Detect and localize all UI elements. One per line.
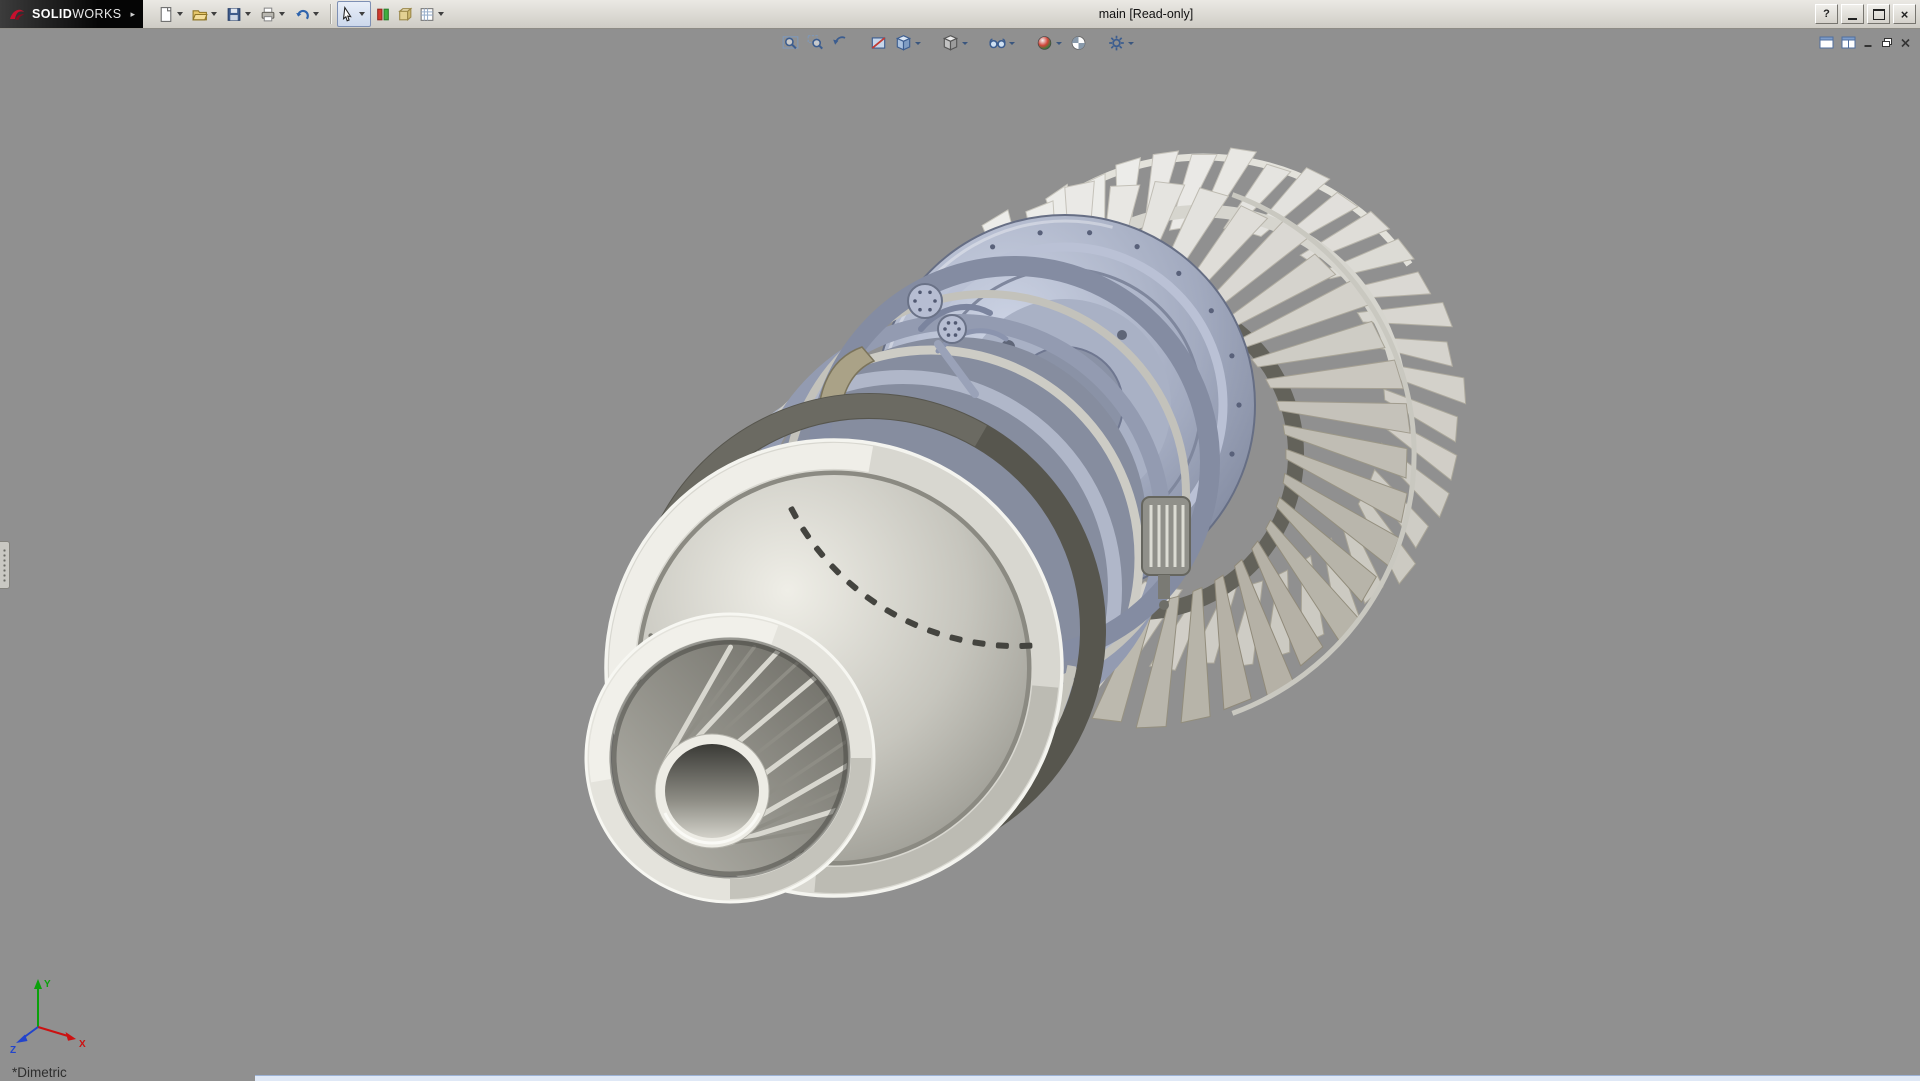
brand-light: WORKS — [72, 7, 121, 21]
options-dropdown-arrow[interactable] — [438, 12, 444, 16]
zoom-to-fit-button[interactable] — [779, 33, 802, 53]
graphics-area[interactable]: Y X Z *Dimetric — [0, 29, 1920, 1081]
title-bar: SOLIDWORKS ▸ — [0, 0, 1920, 29]
window-title: main [Read-only] — [1099, 7, 1194, 21]
edit-appearance-dropdown-arrow[interactable] — [1056, 42, 1062, 45]
undo-arrow-icon — [293, 6, 311, 23]
hide-show-dropdown-arrow[interactable] — [1009, 42, 1015, 45]
window-controls: ? × — [1815, 4, 1916, 24]
help-button[interactable]: ? — [1815, 4, 1838, 24]
heads-up-view-toolbar — [778, 33, 1138, 53]
section-view-icon — [869, 34, 888, 52]
engine-3d-render — [0, 29, 1920, 1081]
close-button[interactable]: × — [1893, 4, 1916, 24]
zoom-to-area-icon — [806, 34, 825, 52]
view-orientation-cube-icon — [894, 34, 913, 52]
toolbar-separator — [330, 4, 331, 24]
select-cursor-icon — [339, 6, 357, 23]
document-minimize-icon[interactable] — [1863, 38, 1874, 48]
display-style-dropdown-arrow[interactable] — [962, 42, 968, 45]
edit-appearance-button[interactable] — [1033, 33, 1065, 53]
undo-button[interactable] — [292, 2, 324, 26]
display-style-cube-icon — [941, 34, 960, 52]
zoom-to-area-button[interactable] — [804, 33, 827, 53]
standard-toolbar — [155, 1, 450, 27]
pane-left-icon[interactable] — [1819, 36, 1834, 49]
view-orientation-dropdown-arrow[interactable] — [915, 42, 921, 45]
hide-show-glasses-icon — [988, 34, 1007, 52]
save-button[interactable] — [224, 2, 256, 26]
color-cube-icon — [396, 6, 414, 23]
status-strip — [255, 1075, 1920, 1081]
document-window-controls — [1819, 36, 1911, 49]
reference-triad: Y X Z — [8, 971, 94, 1057]
display-style-button[interactable] — [939, 33, 971, 53]
hide-show-items-button[interactable] — [986, 33, 1018, 53]
triad-x-label: X — [79, 1039, 86, 1050]
options-button[interactable] — [417, 2, 449, 26]
print-button[interactable] — [258, 2, 290, 26]
triad-y-label: Y — [44, 979, 51, 990]
triad-x-axis — [38, 1027, 68, 1036]
apply-scene-button[interactable] — [1067, 33, 1090, 53]
document-restore-icon[interactable] — [1881, 37, 1893, 48]
pane-split-icon[interactable] — [1841, 36, 1856, 49]
triad-z-label: Z — [10, 1045, 16, 1056]
dassault-ds-logo-icon — [8, 6, 26, 22]
rebuild-icon — [374, 6, 392, 23]
panel-splitter-handle[interactable] — [0, 541, 10, 589]
brand-bold: SOLID — [32, 7, 72, 21]
previous-view-button[interactable] — [829, 33, 852, 53]
new-document-icon — [157, 6, 175, 23]
select-dropdown-arrow[interactable] — [359, 12, 365, 16]
edit-appearance-ball-icon — [1035, 34, 1054, 52]
minimize-icon — [1848, 18, 1857, 20]
view-orientation-label: *Dimetric — [12, 1065, 67, 1080]
triad-y-arrow-icon — [34, 979, 42, 989]
undo-dropdown-arrow[interactable] — [313, 12, 319, 16]
rebuild-button[interactable] — [373, 2, 393, 26]
triad-x-arrow-icon — [66, 1032, 77, 1041]
brand-name: SOLIDWORKS — [32, 7, 121, 21]
open-folder-icon — [191, 6, 209, 23]
minimize-button[interactable] — [1841, 4, 1864, 24]
solidworks-brand[interactable]: SOLIDWORKS ▸ — [0, 0, 143, 28]
apply-scene-checkered-ball-icon — [1069, 34, 1088, 52]
view-settings-dropdown-arrow[interactable] — [1128, 42, 1134, 45]
print-dropdown-arrow[interactable] — [279, 12, 285, 16]
splitter-grip-dots-icon — [2, 548, 7, 582]
previous-view-icon — [831, 34, 850, 52]
view-settings-gear-icon — [1107, 34, 1126, 52]
edit-color-button[interactable] — [395, 2, 415, 26]
document-close-icon[interactable] — [1900, 38, 1911, 48]
select-button[interactable] — [337, 1, 371, 27]
new-button[interactable] — [156, 2, 188, 26]
save-dropdown-arrow[interactable] — [245, 12, 251, 16]
view-orientation-button[interactable] — [892, 33, 924, 53]
maximize-button[interactable] — [1867, 4, 1890, 24]
close-icon: × — [1901, 8, 1909, 21]
view-settings-button[interactable] — [1105, 33, 1137, 53]
open-button[interactable] — [190, 2, 222, 26]
save-floppy-icon — [225, 6, 243, 23]
solidworks-window: SOLIDWORKS ▸ — [0, 0, 1920, 1080]
section-view-button[interactable] — [867, 33, 890, 53]
maximize-icon — [1873, 9, 1885, 20]
options-sheet-icon — [418, 6, 436, 23]
zoom-to-fit-icon — [781, 34, 800, 52]
print-icon — [259, 6, 277, 23]
brand-expand-arrow-icon[interactable]: ▸ — [130, 9, 135, 20]
new-dropdown-arrow[interactable] — [177, 12, 183, 16]
open-dropdown-arrow[interactable] — [211, 12, 217, 16]
